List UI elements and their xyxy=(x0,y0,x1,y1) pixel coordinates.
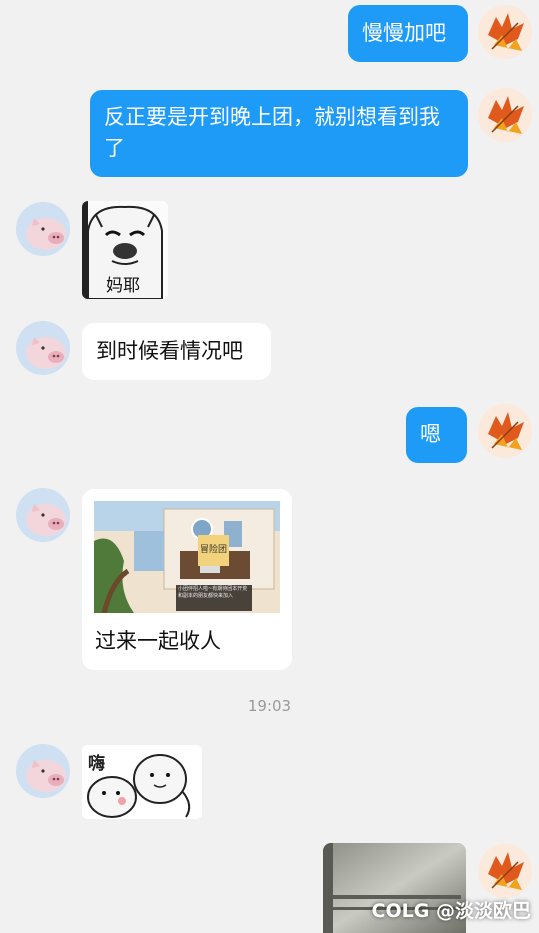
watermark: COLG @淡淡欧巴 xyxy=(372,896,531,923)
maple-leaf-icon xyxy=(478,844,532,898)
contact-avatar[interactable] xyxy=(16,321,70,375)
game-screenshot[interactable]: 冒险团 小团伴招人啦~有期待团本开荒和副本的朋友都快来加入 xyxy=(94,501,280,613)
message-text: 嗯 xyxy=(420,422,441,446)
game-title: 冒险团 xyxy=(198,535,230,566)
message-text: 慢慢加吧 xyxy=(362,21,446,45)
sticker-message[interactable]: 妈耶 xyxy=(82,201,168,299)
message-text: 过来一起收人 xyxy=(95,629,221,653)
my-avatar[interactable] xyxy=(478,5,532,59)
contact-avatar[interactable] xyxy=(16,202,70,256)
message-text: 到时候看情况吧 xyxy=(96,339,243,363)
watermark-handle: @淡淡欧巴 xyxy=(435,900,531,922)
my-avatar[interactable] xyxy=(478,88,532,142)
timestamp: 19:03 xyxy=(247,697,292,715)
pig-icon xyxy=(16,321,70,375)
contact-avatar[interactable] xyxy=(16,744,70,798)
message-bubble-incoming[interactable]: 到时候看情况吧 xyxy=(82,323,271,380)
my-avatar[interactable] xyxy=(478,844,532,898)
watermark-logo: COLG xyxy=(371,900,430,922)
maple-leaf-icon xyxy=(478,5,532,59)
message-bubble-outgoing[interactable]: 嗯 xyxy=(406,407,467,463)
pig-icon xyxy=(16,202,70,256)
pig-icon xyxy=(16,744,70,798)
message-text: 反正要是开到晚上团，就别想看到我了 xyxy=(104,105,440,160)
image-message-card[interactable]: 冒险团 小团伴招人啦~有期待团本开荒和副本的朋友都快来加入 过来一起收人 xyxy=(82,489,292,670)
pig-icon xyxy=(16,488,70,542)
sticker-message[interactable]: 嗨 xyxy=(82,745,202,819)
message-bubble-outgoing[interactable]: 慢慢加吧 xyxy=(348,5,468,62)
maple-leaf-icon xyxy=(478,404,532,458)
message-bubble-outgoing[interactable]: 反正要是开到晚上团，就别想看到我了 xyxy=(90,90,468,177)
sticker-caption: 妈耶 xyxy=(106,276,140,296)
sticker-text: 嗨 xyxy=(88,754,105,774)
contact-avatar[interactable] xyxy=(16,488,70,542)
my-avatar[interactable] xyxy=(478,404,532,458)
maple-leaf-icon xyxy=(478,88,532,142)
game-text: 小团伴招人啦~有期待团本开荒和副本的朋友都快来加入 xyxy=(178,586,248,599)
